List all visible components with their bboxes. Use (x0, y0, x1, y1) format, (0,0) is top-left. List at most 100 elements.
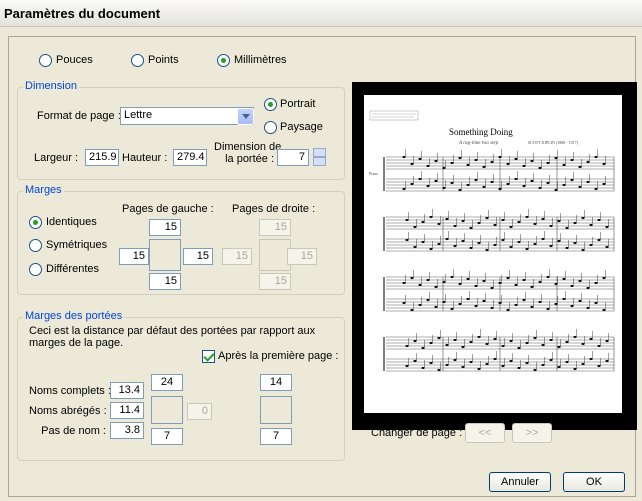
right-pages-bottom-input[interactable]: 15 (259, 273, 291, 290)
note-head (402, 187, 406, 191)
note-head (570, 178, 574, 182)
height-label: Hauteur : (122, 152, 168, 164)
note-head (410, 162, 414, 166)
note-head (549, 358, 553, 362)
note-head (506, 182, 510, 186)
after-first-top-input[interactable]: 14 (260, 374, 292, 391)
note-head (517, 220, 521, 224)
note-head (522, 298, 526, 302)
note-head (477, 367, 481, 371)
note-head (429, 361, 433, 365)
score-title: Something Doing (449, 127, 513, 137)
left-pages-bottom-input[interactable]: 15 (149, 273, 181, 290)
no-name-input[interactable]: 3.8 (110, 422, 144, 439)
after-first-page-checkbox[interactable] (202, 350, 215, 363)
note-head (501, 364, 505, 368)
note-head (482, 299, 486, 303)
spin-up-icon[interactable] (313, 148, 326, 157)
note-head (421, 240, 425, 244)
margins-radio-symetriques[interactable] (29, 239, 42, 252)
note-head (557, 219, 561, 223)
orientation-radio-portrait[interactable] (264, 98, 277, 111)
first-page-top-input[interactable]: 24 (151, 374, 183, 391)
note-head (482, 185, 486, 189)
note-head (514, 177, 518, 181)
margins-radio-differentes[interactable] (29, 263, 42, 276)
note-head (413, 339, 417, 343)
note-head (413, 225, 417, 229)
right-pages-top-input[interactable]: 15 (259, 219, 291, 236)
cancel-button[interactable]: Annuler (489, 472, 551, 492)
window-title: Paramètres du document (0, 0, 642, 27)
unit-radio-pouces[interactable] (39, 54, 52, 67)
short-names-input[interactable]: 11.4 (110, 402, 144, 419)
note-head (490, 160, 494, 164)
note-head (442, 280, 446, 284)
score-instrument: Piano (369, 171, 378, 176)
note-head (437, 368, 441, 372)
first-page-bottom-input[interactable]: 7 (151, 428, 183, 445)
note-head (493, 357, 497, 361)
note-head (570, 158, 574, 162)
note-head (458, 302, 462, 306)
staff-size-spinner[interactable] (313, 148, 326, 166)
note-head (597, 364, 601, 368)
first-page-indent-input[interactable]: 0 (187, 403, 212, 420)
after-first-bottom-input[interactable]: 7 (260, 428, 292, 445)
next-page-button[interactable]: >> (512, 423, 552, 443)
orientation-radio-paysage[interactable] (264, 121, 277, 134)
note-head (506, 308, 510, 312)
unit-radio-millimetres[interactable] (217, 54, 230, 67)
note-head (405, 364, 409, 368)
note-head (562, 163, 566, 167)
note-head (533, 368, 537, 372)
note-head (586, 286, 590, 290)
note-head (541, 237, 545, 241)
full-names-input[interactable]: 13.4 (110, 382, 144, 399)
note-head (418, 157, 422, 161)
left-pages-top-input[interactable]: 15 (149, 219, 181, 236)
width-label: Largeur : (34, 152, 79, 164)
width-input[interactable]: 215.9 (85, 149, 119, 166)
note-head (509, 359, 513, 363)
unit-label-millimetres: Millimètres (234, 54, 287, 66)
chevron-down-icon[interactable] (237, 108, 254, 125)
note-head (461, 365, 465, 369)
note-head (581, 248, 585, 252)
note-head (605, 225, 609, 229)
note-head (581, 362, 585, 366)
note-head (557, 239, 561, 243)
note-head (538, 166, 542, 170)
left-pages-left-input[interactable]: 15 (119, 248, 149, 265)
note-head (501, 344, 505, 348)
height-input[interactable]: 279.4 (173, 149, 207, 166)
note-head (549, 244, 553, 248)
right-pages-left-input[interactable]: 15 (222, 248, 252, 265)
spin-down-icon[interactable] (313, 157, 326, 166)
note-head (538, 186, 542, 190)
margins-radio-identiques[interactable] (29, 216, 42, 229)
note-head (605, 245, 609, 249)
unit-radio-points[interactable] (131, 54, 144, 67)
left-pages-right-input[interactable]: 15 (183, 248, 213, 265)
note-head (482, 279, 486, 283)
note-head (602, 162, 606, 166)
staff-size-label-line2: la portée : (225, 153, 274, 165)
ok-button[interactable]: OK (563, 472, 625, 492)
note-head (493, 223, 497, 227)
note-head (541, 363, 545, 367)
note-head (485, 216, 489, 220)
note-head (490, 180, 494, 184)
note-head (589, 243, 593, 247)
note-head (533, 242, 537, 246)
note-head (522, 184, 526, 188)
note-head (530, 179, 534, 183)
after-first-preview-box (260, 396, 292, 424)
prev-page-button[interactable]: << (465, 423, 505, 443)
note-head (413, 245, 417, 249)
right-pages-right-input[interactable]: 15 (287, 248, 317, 265)
note-head (586, 306, 590, 310)
note-head (562, 297, 566, 301)
staff-size-input[interactable]: 7 (277, 149, 309, 166)
page-format-select[interactable]: Lettre (120, 107, 254, 125)
